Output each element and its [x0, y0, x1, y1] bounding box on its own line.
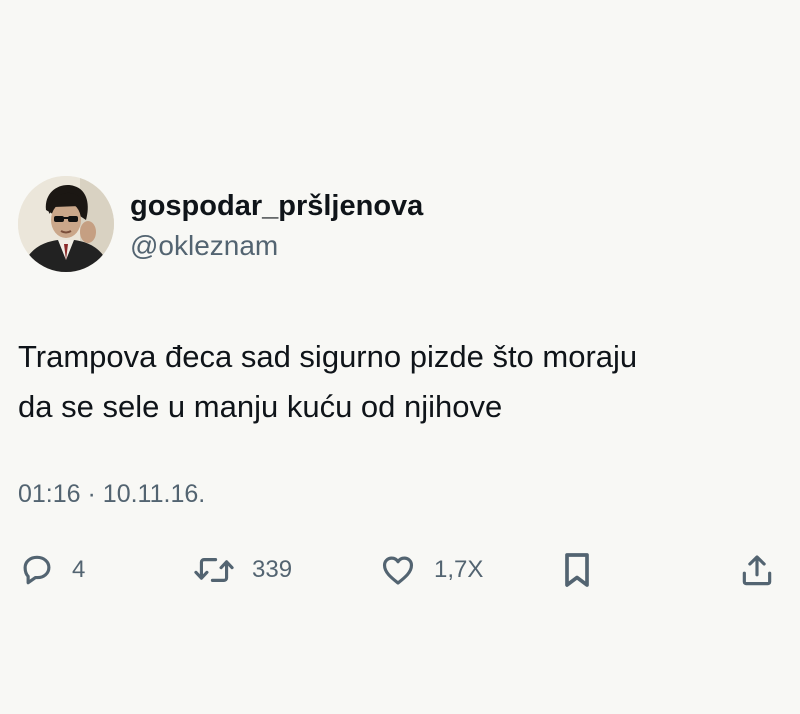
avatar[interactable]: [18, 176, 114, 272]
tweet-time: 01:16: [18, 480, 81, 508]
reply-count: 4: [72, 556, 86, 583]
retweet-count: 339: [252, 556, 293, 583]
avatar-image: [18, 176, 114, 272]
share-icon: [742, 555, 772, 586]
tweet-text-line: Trampova đeca sad sigurno pizde što mora…: [18, 339, 638, 374]
share-button[interactable]: [738, 548, 776, 592]
tweet: gospodar_pršljenova @okleznam Trampova đ…: [0, 0, 800, 714]
retweet-icon: [194, 558, 234, 582]
display-name[interactable]: gospodar_pršljenova: [130, 190, 423, 223]
heart-icon: [382, 556, 414, 585]
reply-icon: [23, 555, 51, 585]
user-handle[interactable]: @okleznam: [130, 230, 278, 262]
tweet-text-line: da se sele u manju kuću od njihove: [18, 389, 503, 424]
like-count: 1,7X: [434, 556, 484, 583]
bookmark-button[interactable]: [560, 548, 594, 592]
tweet-text: Trampova đeca sad sigurno pizde što mora…: [18, 332, 778, 432]
reply-button[interactable]: 4: [18, 548, 85, 592]
tweet-timestamp[interactable]: 01:16 · 10.11.16.: [18, 480, 205, 509]
action-bar: 4 339 1,7X: [0, 548, 800, 592]
tweet-date: 10.11.16.: [102, 480, 206, 508]
bookmark-icon: [565, 553, 589, 587]
meta-separator: ·: [87, 480, 96, 508]
like-button[interactable]: 1,7X: [378, 548, 483, 592]
retweet-button[interactable]: 339: [192, 548, 292, 592]
